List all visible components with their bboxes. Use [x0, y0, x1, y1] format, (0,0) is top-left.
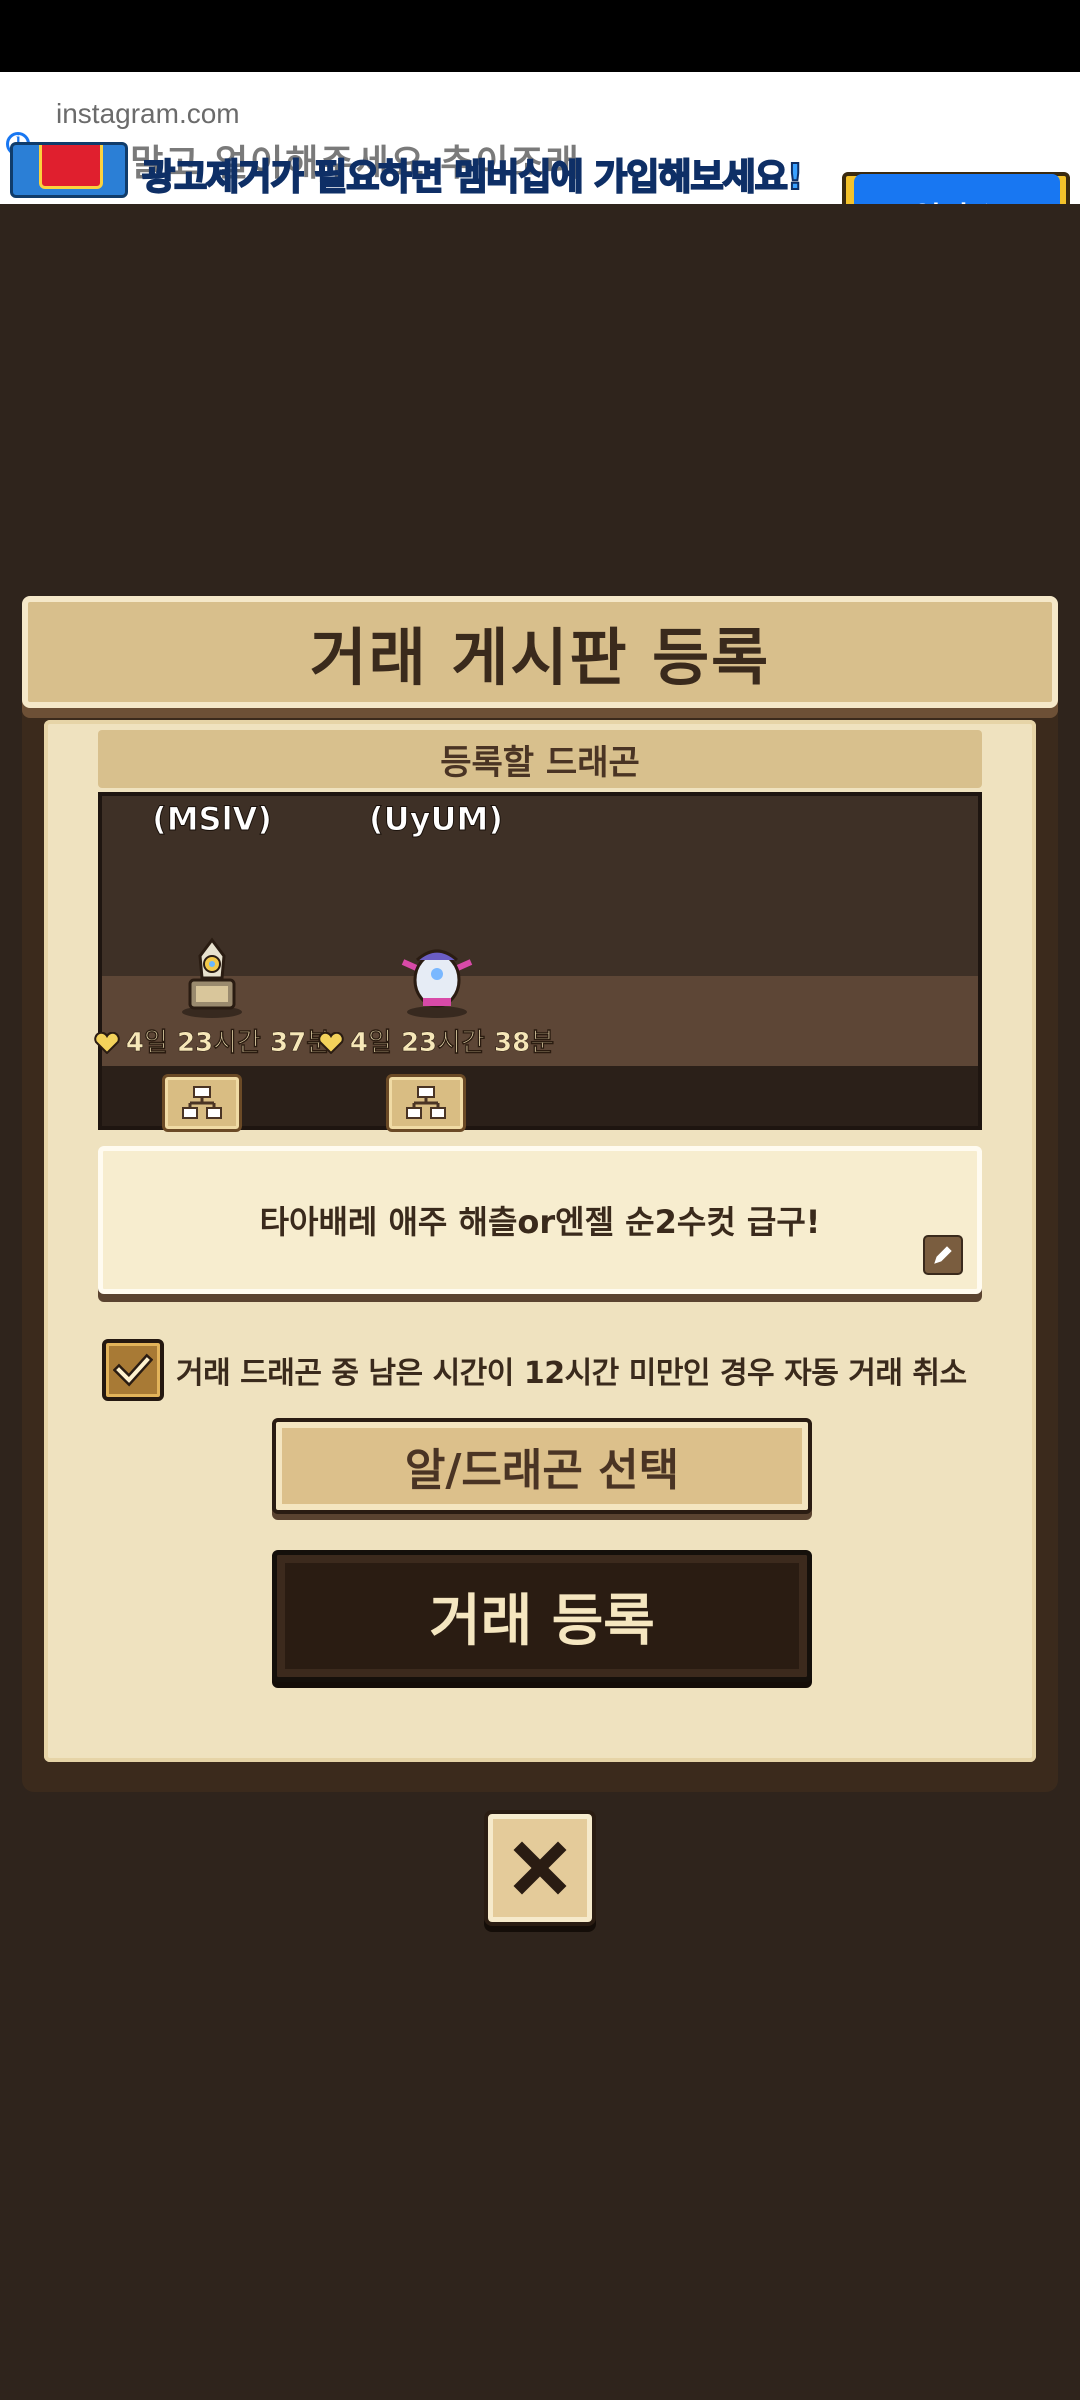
ad-domain: instagram.com: [56, 98, 240, 129]
dragon-slot-2[interactable]: (UyUM) 4일 23시간 38분: [318, 796, 554, 1132]
dragon-timer-text: 4일 23시간 38분: [349, 1028, 555, 1059]
chevron-right-icon: [985, 203, 987, 204]
dragon-slot-1[interactable]: (MSlV) 4일 23시간 37분: [94, 796, 330, 1132]
auto-cancel-checkbox[interactable]: [102, 1339, 164, 1401]
section-label: 등록할 드래곤: [98, 730, 982, 788]
heart-icon: [318, 1032, 344, 1054]
close-icon: [513, 1841, 567, 1895]
auto-cancel-option: 거래 드래곤 중 남은 시간이 12시간 미만인 경우 자동 거래 취소: [102, 1336, 1002, 1404]
checkmark-icon: [113, 1353, 153, 1387]
trade-message-field[interactable]: 타아배레 애주 해츨or엔젤 순2수컷 급구!: [98, 1146, 982, 1294]
ad-game-icon: [10, 142, 128, 198]
modal-title: 거래 게시판 등록: [309, 621, 771, 694]
select-egg-dragon-button[interactable]: 알/드래곤 선택: [272, 1418, 812, 1514]
dragon-egg-sprite: [182, 937, 242, 1018]
family-tree-icon: [406, 1086, 446, 1119]
ad-banner-text: 광고제거가 필요하면 멤버십에 가입해보세요!: [141, 156, 804, 199]
heart-icon: [94, 1032, 120, 1054]
close-button[interactable]: [484, 1810, 596, 1926]
ad-banner[interactable]: instagram.com 배경말고 얼이해주세요 추이조래 광고제거가 필요하…: [0, 72, 1080, 204]
auto-cancel-label: 거래 드래곤 중 남은 시간이 12시간 미만인 경우 자동 거래 취소: [176, 1356, 967, 1391]
tree-button[interactable]: [386, 1074, 466, 1132]
dragon-name: (UyUM): [369, 800, 504, 839]
ad-open-button[interactable]: 열기: [854, 174, 1060, 204]
dragon-list: (MSlV) 4일 23시간 37분 (UyUM) 4일 23시간 38분: [94, 792, 982, 1132]
tree-button[interactable]: [162, 1074, 242, 1132]
register-trade-button[interactable]: 거래 등록: [272, 1550, 812, 1682]
status-bar: [0, 0, 1080, 72]
trade-message-text: 타아배레 애주 해츨or엔젤 순2수컷 급구!: [259, 1203, 821, 1241]
modal-header: 거래 게시판 등록: [22, 596, 1058, 708]
pencil-icon: [934, 1246, 952, 1264]
dragon-name: (MSlV): [152, 800, 273, 839]
ad-open-label: 열기: [913, 193, 968, 204]
family-tree-icon: [182, 1086, 222, 1119]
dragon-egg-sprite: [401, 949, 473, 1018]
dragon-timer: 4일 23시간 38분: [286, 1022, 586, 1059]
edit-message-button[interactable]: [923, 1235, 963, 1275]
